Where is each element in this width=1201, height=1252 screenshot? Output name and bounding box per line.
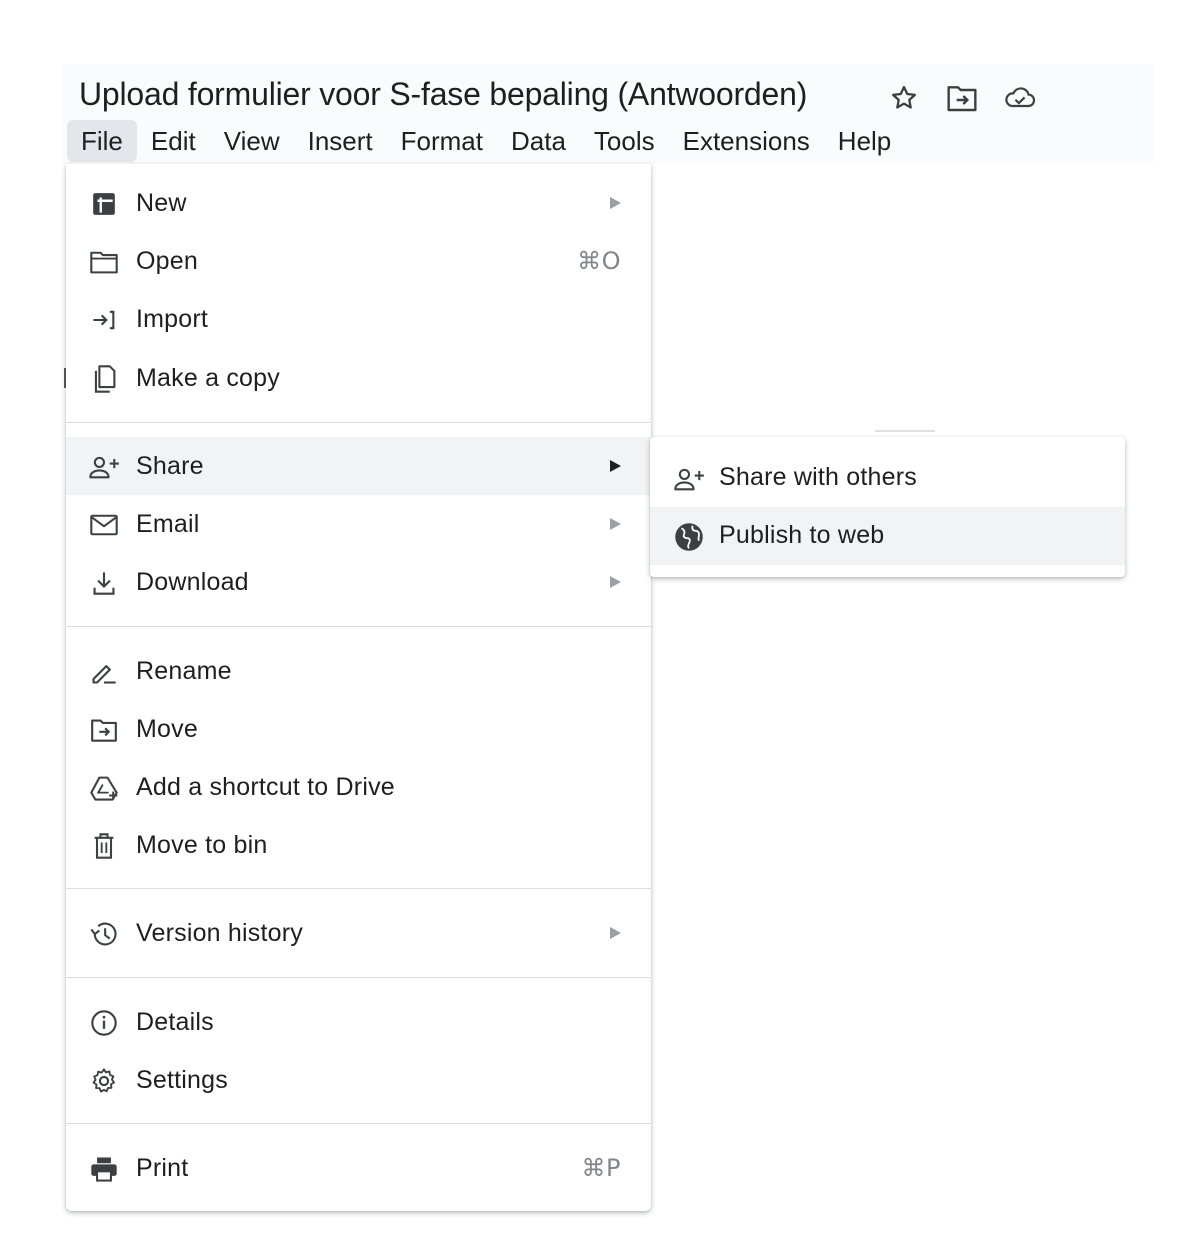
share-submenu: Share with others Publish to web: [650, 437, 1125, 577]
menu-item-details[interactable]: Details: [66, 993, 651, 1051]
submenu-item-publish-to-web[interactable]: Publish to web: [650, 507, 1125, 565]
menu-item-label: Settings: [136, 1065, 228, 1094]
document-title[interactable]: Upload formulier voor S-fase bepaling (A…: [79, 76, 807, 113]
person-add-icon: [88, 451, 120, 483]
submenu-arrow-icon: [610, 518, 621, 530]
menubar: File Edit View Insert Format Data Tools …: [67, 120, 905, 162]
menu-item-label: Make a copy: [136, 363, 280, 392]
file-menu: New Open ⌘O Import Make a copy Share Ema…: [66, 164, 651, 1211]
menu-item-move[interactable]: Move: [66, 700, 651, 758]
copy-icon: [88, 363, 120, 395]
menu-item-label: Import: [136, 304, 209, 333]
menu-divider: [66, 888, 651, 889]
submenu-item-label: Share with others: [719, 463, 917, 491]
folder-icon: [88, 246, 120, 278]
globe-icon: [672, 520, 706, 554]
submenu-item-share-with-others[interactable]: Share with others: [650, 449, 1125, 507]
cloud-saved-icon[interactable]: [1004, 82, 1036, 114]
menu-edit[interactable]: Edit: [137, 120, 210, 162]
shortcut-label: ⌘O: [577, 247, 621, 275]
menu-format[interactable]: Format: [387, 120, 497, 162]
menu-item-label: Add a shortcut to Drive: [136, 772, 395, 801]
menu-insert[interactable]: Insert: [294, 120, 387, 162]
menu-item-label: Rename: [136, 656, 232, 685]
menu-item-add-shortcut[interactable]: Add a shortcut to Drive: [66, 758, 651, 816]
menu-item-label: New: [136, 188, 187, 217]
menu-divider: [66, 977, 651, 978]
new-sheet-icon: [88, 188, 120, 220]
menu-item-new[interactable]: New: [66, 174, 651, 232]
rename-icon: [88, 656, 120, 688]
download-icon: [88, 567, 120, 599]
menu-item-email[interactable]: Email: [66, 495, 651, 553]
menu-item-download[interactable]: Download: [66, 553, 651, 611]
submenu-arrow-icon: [610, 197, 621, 209]
menu-item-label: Share: [136, 451, 204, 480]
mail-icon: [88, 509, 120, 541]
menu-item-print[interactable]: Print ⌘P: [66, 1139, 651, 1197]
submenu-item-label: Publish to web: [719, 521, 885, 549]
menu-help[interactable]: Help: [824, 120, 905, 162]
menu-item-label: Move: [136, 714, 198, 743]
menu-item-open[interactable]: Open ⌘O: [66, 232, 651, 290]
menu-divider: [66, 626, 651, 627]
menu-item-version-history[interactable]: Version history: [66, 904, 651, 962]
menu-extensions[interactable]: Extensions: [669, 120, 824, 162]
menu-item-import[interactable]: Import: [66, 290, 651, 348]
grid-line: [875, 430, 935, 432]
menu-data[interactable]: Data: [497, 120, 580, 162]
move-folder-icon[interactable]: [946, 82, 978, 114]
menu-tools[interactable]: Tools: [580, 120, 669, 162]
menu-item-label: Details: [136, 1007, 214, 1036]
person-add-icon: [672, 462, 706, 496]
menu-item-share[interactable]: Share: [66, 437, 651, 495]
menu-item-label: Print: [136, 1153, 189, 1182]
submenu-arrow-icon: [610, 460, 621, 472]
trash-icon: [88, 830, 120, 862]
menu-item-label: Open: [136, 246, 198, 275]
print-icon: [88, 1153, 120, 1185]
move-folder-icon: [88, 714, 120, 746]
submenu-arrow-icon: [610, 927, 621, 939]
menu-view[interactable]: View: [210, 120, 294, 162]
gear-icon: [88, 1065, 120, 1097]
menu-divider: [66, 1123, 651, 1124]
history-icon: [88, 918, 120, 950]
drive-shortcut-icon: [88, 772, 120, 804]
submenu-arrow-icon: [610, 576, 621, 588]
menu-item-label: Download: [136, 567, 249, 596]
app-window: Upload formulier voor S-fase bepaling (A…: [0, 0, 1201, 1252]
import-icon: [88, 304, 120, 336]
menu-divider: [66, 422, 651, 423]
menu-item-label: Version history: [136, 918, 303, 947]
menu-item-label: Move to bin: [136, 830, 268, 859]
menu-item-move-to-bin[interactable]: Move to bin: [66, 816, 651, 874]
menu-item-make-a-copy[interactable]: Make a copy: [66, 349, 651, 407]
info-icon: [88, 1007, 120, 1039]
menu-item-label: Email: [136, 509, 200, 538]
menu-item-rename[interactable]: Rename: [66, 642, 651, 700]
shortcut-label: ⌘P: [581, 1154, 621, 1182]
star-icon[interactable]: [888, 82, 920, 114]
menu-file[interactable]: File: [67, 120, 137, 162]
menu-item-settings[interactable]: Settings: [66, 1051, 651, 1109]
